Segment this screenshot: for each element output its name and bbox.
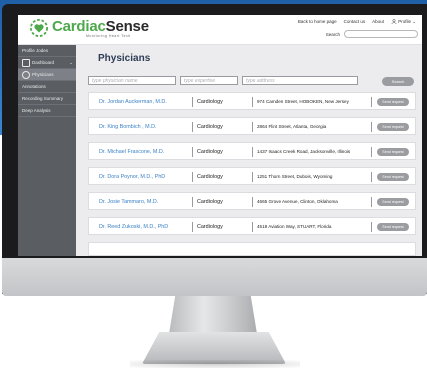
divider — [371, 147, 372, 157]
stand-shadow — [130, 360, 300, 368]
physician-address: 1251 Thorn Street, Dubois, Wyoming — [257, 174, 333, 179]
page-title: Physicians — [98, 53, 151, 64]
physician-row: Dr. Michael Frascone, M.D. Cardiology 14… — [88, 142, 416, 160]
heart-gear-icon — [30, 19, 48, 37]
divider — [252, 97, 253, 107]
sidebar: Profile Jodes Dashboard ⌄ Physicians Anno… — [18, 45, 76, 256]
physician-address: 974 Camden Street, HOBOKEN, New Jersey — [257, 99, 349, 104]
physician-row-partial — [88, 242, 416, 256]
logo-tagline: Monitoring Heart Tech — [86, 34, 131, 38]
divider — [371, 222, 372, 232]
logo-text: CardiacSense — [52, 19, 149, 34]
app-screen: CardiacSense Monitoring Heart Tech Back … — [18, 15, 422, 256]
sidebar-item-label: Dashboard — [32, 60, 55, 65]
physician-name-link[interactable]: Dr. Dora Poynor, M.D., PhD — [99, 168, 165, 186]
sidebar-item-label: Annotations — [22, 84, 46, 89]
divider — [192, 97, 193, 107]
sidebar-item-annotations[interactable]: Annotations — [18, 81, 76, 93]
logo-brand-part2: Sense — [105, 18, 149, 35]
physician-specialty: Cardiology — [197, 224, 223, 230]
divider — [371, 122, 372, 132]
divider — [192, 172, 193, 182]
divider — [252, 147, 253, 157]
header-search: Search — [326, 30, 418, 38]
user-icon — [391, 19, 397, 25]
nav-back-home[interactable]: Back to home page — [298, 19, 337, 25]
sidebar-item-label: Physicians — [32, 72, 54, 77]
physician-name-input[interactable]: type physician name — [88, 76, 176, 85]
filter-bar: type physician name type expertise type … — [88, 76, 416, 86]
physician-specialty: Cardiology — [197, 149, 223, 155]
physician-address: 1437 Isaacs Creek Road, Jacksonville, Il… — [257, 149, 351, 154]
monitor-chin — [2, 258, 427, 296]
physician-icon — [22, 70, 30, 79]
physician-name-link[interactable]: Dr. Josie Tammaro, M.D. — [99, 193, 158, 211]
divider — [252, 172, 253, 182]
physician-address: 4665 Grove Avenue, Clinton, Oklahoma — [257, 199, 338, 204]
dashboard-icon — [22, 58, 30, 67]
divider — [192, 147, 193, 157]
physician-specialty: Cardiology — [197, 124, 223, 130]
divider — [371, 172, 372, 182]
physician-row: Dr. Reed Zukoski, M.D., PhD Cardiology 4… — [88, 217, 416, 235]
sidebar-item-recording-summary[interactable]: Recording Summary — [18, 93, 76, 105]
physician-specialty: Cardiology — [197, 174, 223, 180]
send-request-button[interactable]: Send request — [377, 98, 409, 106]
send-request-button[interactable]: Send request — [377, 223, 409, 231]
sidebar-item-label: Recording Summary — [22, 96, 64, 101]
send-request-button[interactable]: Send request — [377, 123, 409, 131]
physician-name-link[interactable]: Dr. Michael Frascone, M.D. — [99, 143, 164, 161]
physician-address: 4518 Aviation Way, STUART, Florida — [257, 224, 332, 229]
logo[interactable]: CardiacSense Monitoring Heart Tech — [30, 19, 149, 39]
divider — [192, 122, 193, 132]
sidebar-item-dashboard[interactable]: Dashboard ⌄ — [18, 57, 76, 69]
physician-row: Dr. Josie Tammaro, M.D. Cardiology 4665 … — [88, 192, 416, 210]
physician-row: Dr. King Bombich , M.D. Cardiology 2864 … — [88, 117, 416, 135]
sidebar-item-profile[interactable]: Profile Jodes — [18, 45, 76, 57]
physician-name-link[interactable]: Dr. Jordan Auckerman, M.D. — [99, 93, 167, 111]
sidebar-item-deep-analysis[interactable]: Deep Analysis — [18, 105, 76, 117]
physician-row: Dr. Jordan Auckerman, M.D. Cardiology 97… — [88, 92, 416, 110]
logo-brand-part1: Cardiac — [52, 18, 106, 35]
physician-specialty: Cardiology — [197, 99, 223, 105]
nav-profile[interactable]: Profile ⌄ — [391, 19, 416, 25]
send-request-button[interactable]: Send request — [377, 198, 409, 206]
physician-specialty: Cardiology — [197, 199, 223, 205]
nav-contact[interactable]: Contact us — [344, 19, 366, 25]
divider — [371, 97, 372, 107]
physician-name-link[interactable]: Dr. Reed Zukoski, M.D., PhD — [99, 218, 168, 236]
sidebar-item-label: Deep Analysis — [22, 108, 51, 113]
physician-address: 2864 Flint Street, Atlanta, Georgia — [257, 124, 327, 129]
sidebar-item-label: Profile Jodes — [22, 48, 49, 53]
divider — [252, 222, 253, 232]
divider — [192, 197, 193, 207]
chevron-down-icon: ⌄ — [412, 19, 416, 24]
divider — [192, 222, 193, 232]
search-input[interactable] — [344, 30, 418, 38]
divider — [252, 122, 253, 132]
top-nav: Back to home page Contact us About Profi… — [298, 19, 416, 25]
physician-name-link[interactable]: Dr. King Bombich , M.D. — [99, 118, 157, 136]
address-input[interactable]: type address — [242, 76, 358, 85]
physician-row: Dr. Dora Poynor, M.D., PhD Cardiology 12… — [88, 167, 416, 185]
top-bar: CardiacSense Monitoring Heart Tech Back … — [18, 15, 422, 45]
send-request-button[interactable]: Send request — [377, 148, 409, 156]
nav-about[interactable]: About — [372, 19, 384, 25]
send-request-button[interactable]: Send request — [377, 173, 409, 181]
divider — [371, 197, 372, 207]
nav-profile-label: Profile — [398, 19, 411, 24]
sidebar-item-physicians[interactable]: Physicians — [18, 69, 76, 81]
divider — [252, 197, 253, 207]
chevron-down-icon: ⌄ — [69, 60, 73, 65]
expertise-input[interactable]: type expertise — [180, 76, 238, 85]
search-button[interactable]: Search — [382, 77, 414, 86]
logo-wordmark: CardiacSense Monitoring Heart Tech — [52, 19, 149, 38]
search-label: Search — [325, 31, 340, 37]
